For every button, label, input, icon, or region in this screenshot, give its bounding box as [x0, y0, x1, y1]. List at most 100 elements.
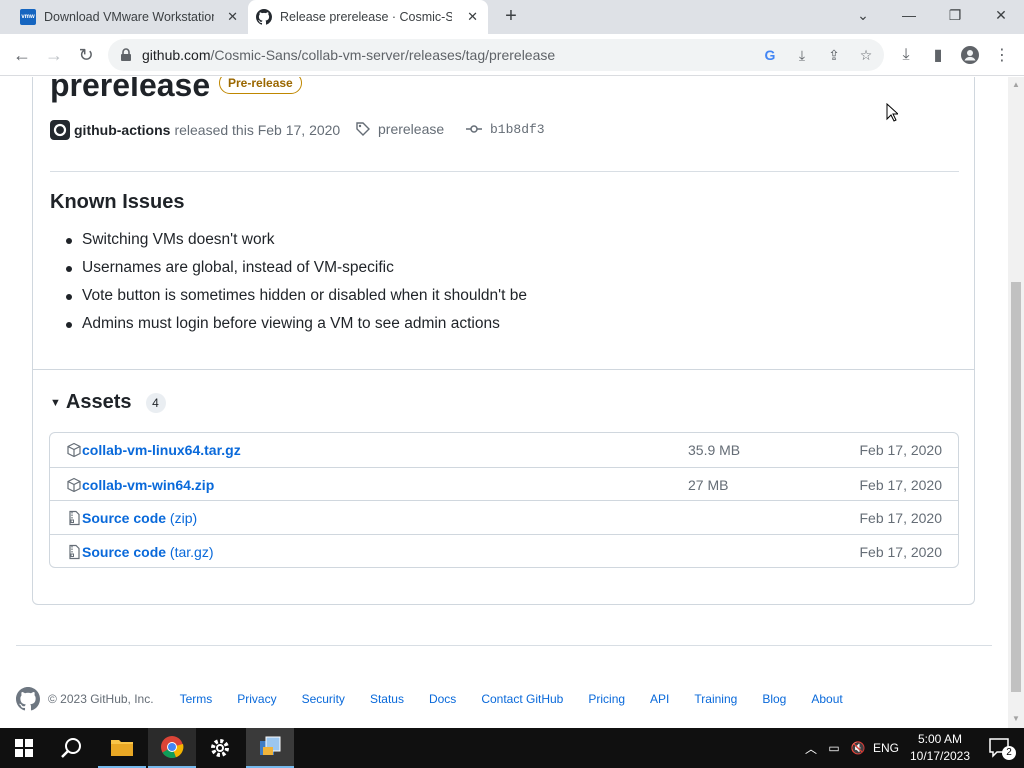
footer-link-contact[interactable]: Contact GitHub	[481, 692, 563, 706]
gear-icon	[211, 739, 229, 757]
scrollbar-thumb[interactable]	[1011, 282, 1021, 692]
forward-arrow-icon[interactable]: →	[42, 43, 66, 67]
url-text[interactable]: github.com/Cosmic-Sans/collab-vm-server/…	[142, 47, 555, 63]
tray-overflow-chevron-icon[interactable]: ︿	[800, 740, 822, 757]
assets-list: collab-vm-linux64.tar.gz 35.9 MB Feb 17,…	[49, 432, 959, 568]
release-author-link[interactable]: github-actions	[74, 122, 170, 138]
page-scrollbar[interactable]: ▲ ▼	[1008, 77, 1024, 728]
release-card: prerelease Pre-release github-actions re…	[32, 77, 975, 605]
footer-link-api[interactable]: API	[650, 692, 669, 706]
release-commit-link[interactable]: b1b8df3	[466, 121, 545, 137]
settings-button[interactable]	[196, 728, 244, 768]
volume-muted-icon[interactable]: 🔇	[846, 741, 870, 755]
footer-link-terms[interactable]: Terms	[180, 692, 213, 706]
address-bar[interactable]: github.com/Cosmic-Sans/collab-vm-server/…	[108, 39, 884, 71]
asset-name: collab-vm-win64.zip	[82, 476, 215, 493]
browser-tab-strip: vmw Download VMware Workstation P ✕ Rele…	[0, 0, 1024, 34]
mouse-pointer-icon	[886, 103, 898, 122]
lock-icon[interactable]	[120, 48, 132, 62]
start-button[interactable]	[0, 728, 48, 768]
search-button[interactable]	[48, 728, 96, 768]
footer-copyright: © 2023 GitHub, Inc.	[48, 692, 154, 706]
installer-app-button[interactable]	[246, 728, 294, 768]
tag-name: prerelease	[378, 121, 445, 137]
input-language[interactable]: ENG	[870, 741, 902, 755]
back-arrow-icon[interactable]: ←	[10, 43, 34, 67]
prerelease-badge: Pre-release	[219, 77, 302, 94]
commit-sha: b1b8df3	[490, 121, 545, 137]
side-panel-icon[interactable]: ▮	[928, 45, 948, 65]
share-icon[interactable]: ⇪	[826, 47, 842, 63]
asset-size: 35.9 MB	[688, 442, 741, 458]
google-lens-icon[interactable]: G	[762, 47, 778, 63]
tab-close-icon[interactable]: ✕	[467, 9, 478, 25]
restore-icon[interactable]: ❐	[932, 0, 978, 30]
file-explorer-button[interactable]	[98, 728, 146, 768]
browser-toolbar: ← → ↻ github.com/Cosmic-Sans/collab-vm-s…	[0, 34, 1024, 76]
reload-icon[interactable]: ↻	[74, 43, 98, 67]
scroll-up-arrow-icon[interactable]: ▲	[1012, 81, 1020, 89]
footer-link-pricing[interactable]: Pricing	[588, 692, 625, 706]
asset-download-link[interactable]: collab-vm-linux64.tar.gz	[82, 442, 241, 458]
tab-title: Release prerelease · Cosmic-Sans	[280, 10, 452, 24]
close-window-icon[interactable]: ✕	[978, 0, 1024, 30]
caret-down-icon: ▼	[50, 396, 61, 409]
install-app-icon[interactable]: ⤓	[794, 47, 810, 63]
divider	[50, 171, 959, 172]
taskbar-clock[interactable]: 5:00 AM 10/17/2023	[908, 731, 972, 765]
footer-link-docs[interactable]: Docs	[429, 692, 456, 706]
chrome-icon	[161, 736, 184, 759]
github-logo-icon[interactable]	[16, 687, 40, 711]
assets-toggle[interactable]: ▼ Assets 4	[50, 391, 166, 414]
page-viewport: prerelease Pre-release github-actions re…	[0, 77, 1008, 728]
minimize-icon[interactable]: —	[886, 0, 932, 30]
asset-size: 27 MB	[688, 476, 729, 493]
file-zip-icon	[69, 510, 80, 526]
clock-date: 10/17/2023	[909, 749, 971, 763]
asset-download-link[interactable]: collab-vm-win64.zip	[82, 477, 214, 493]
footer-link-status[interactable]: Status	[370, 692, 404, 706]
chrome-button[interactable]	[148, 728, 196, 768]
network-icon[interactable]: ▭	[822, 741, 846, 755]
url-path: /Cosmic-Sans/collab-vm-server/releases/t…	[210, 47, 556, 63]
github-actions-avatar[interactable]	[50, 120, 70, 140]
released-date-text: released this Feb 17, 2020	[174, 122, 341, 138]
profile-avatar-icon[interactable]	[960, 45, 980, 65]
browser-menu-icon[interactable]: ⋮	[992, 45, 1012, 65]
asset-name: Source code	[82, 543, 167, 560]
asset-download-link[interactable]: Source code (zip)	[82, 510, 197, 526]
search-icon	[61, 738, 81, 758]
package-icon	[67, 442, 81, 458]
tab-vmware[interactable]: vmw Download VMware Workstation P ✕	[12, 0, 248, 34]
divider	[33, 369, 974, 370]
tab-close-icon[interactable]: ✕	[227, 9, 238, 25]
release-tag-link[interactable]: prerelease	[355, 121, 444, 137]
footer-link-training[interactable]: Training	[694, 692, 737, 706]
footer-link-blog[interactable]: Blog	[762, 692, 786, 706]
asset-suffix: (tar.gz)	[166, 543, 214, 560]
asset-date: Feb 17, 2020	[859, 510, 942, 526]
release-title: prerelease	[50, 77, 211, 103]
page-footer: © 2023 GitHub, Inc. Terms Privacy Securi…	[16, 687, 868, 711]
assets-heading: Assets	[65, 391, 132, 413]
list-item: Admins must login before viewing a VM to…	[66, 313, 527, 341]
asset-date: Feb 17, 2020	[859, 476, 942, 493]
scroll-down-arrow-icon[interactable]: ▼	[1012, 715, 1020, 723]
url-host: github.com	[142, 47, 211, 63]
footer-link-about[interactable]: About	[811, 692, 842, 706]
footer-link-privacy[interactable]: Privacy	[237, 692, 276, 706]
known-issues-list: Switching VMs doesn't work Usernames are…	[66, 229, 527, 341]
tab-search-chevron-icon[interactable]: ⌄	[840, 0, 886, 30]
asset-row: collab-vm-linux64.tar.gz 35.9 MB Feb 17,…	[50, 433, 958, 467]
folder-icon	[111, 740, 133, 756]
bookmark-star-icon[interactable]: ☆	[858, 47, 874, 63]
new-tab-plus-icon[interactable]: +	[500, 6, 522, 28]
downloads-icon[interactable]: ⤓	[896, 45, 916, 65]
vmware-favicon-icon: vmw	[20, 9, 36, 25]
file-zip-icon	[69, 544, 80, 559]
commit-icon	[466, 125, 482, 133]
asset-download-link[interactable]: Source code (tar.gz)	[82, 544, 214, 560]
tab-github-release[interactable]: Release prerelease · Cosmic-Sans ✕	[248, 0, 488, 34]
footer-link-security[interactable]: Security	[302, 692, 345, 706]
notifications-button[interactable]: 2	[976, 728, 1024, 768]
